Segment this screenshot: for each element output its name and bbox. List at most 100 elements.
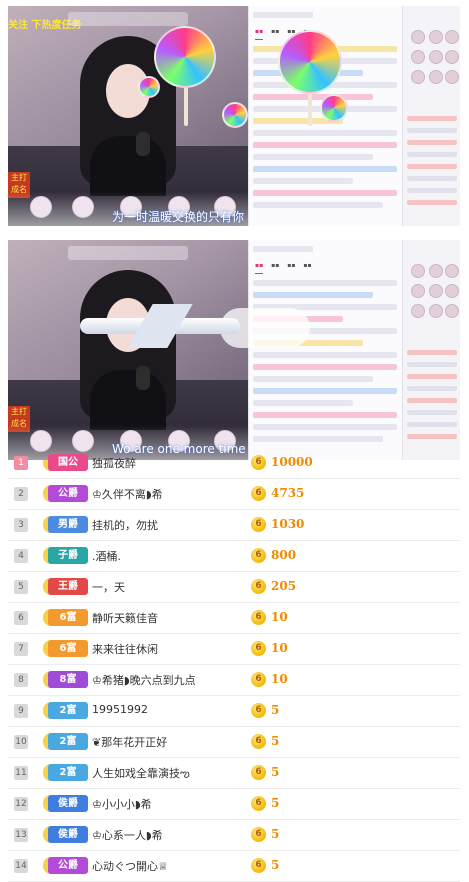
ranking-row[interactable]: 2 公爵 ♔久伴不离◗希 6 4735 <box>8 479 460 510</box>
lollipop-gift-icon <box>320 94 348 122</box>
avatar[interactable] <box>429 50 443 64</box>
chat-tab[interactable]: ▪▪ <box>255 28 264 40</box>
viewer-row[interactable] <box>407 350 457 355</box>
user-name[interactable]: 一，天 <box>92 579 125 595</box>
ranking-row[interactable]: 1 国公 独孤夜醉 6 10000 <box>8 448 460 479</box>
user-name[interactable]: ♔久伴不离◗希 <box>92 486 163 502</box>
user-name[interactable]: 人生如戏全靠演技ఌ <box>92 765 190 783</box>
title-badge: 王爵 <box>43 578 88 595</box>
viewer-row[interactable] <box>407 422 457 427</box>
viewer-row[interactable] <box>407 188 457 193</box>
viewer-row[interactable] <box>407 410 457 415</box>
user-name[interactable]: 独孤夜醉 <box>92 455 136 471</box>
avatar[interactable] <box>429 264 443 278</box>
viewer-row[interactable] <box>407 140 457 145</box>
avatar[interactable] <box>445 70 459 84</box>
chat-line <box>253 376 373 382</box>
ranking-row[interactable]: 10 2富 ❦那年花开正好 6 5 <box>8 727 460 758</box>
stream-screenshot-1: 关注 下热度任务 主打 成名 为一时温暖交换的只有你 ▪▪ ▪▪ ▪▪ ▪▪ <box>8 6 460 226</box>
user-name[interactable]: ♔小小小◗希 <box>92 796 152 812</box>
contribution-amount: 5 <box>271 734 280 748</box>
viewer-row[interactable] <box>407 152 457 157</box>
avatar[interactable] <box>411 264 425 278</box>
title-badge: 2富 <box>43 733 88 750</box>
chat-tab[interactable]: ▪▪ <box>287 262 295 274</box>
chat-tab[interactable]: ▪▪ <box>271 262 279 274</box>
chat-line <box>253 246 313 252</box>
title-badge: 公爵 <box>43 857 88 874</box>
user-name[interactable]: ❦那年花开正好 <box>92 734 167 750</box>
ranking-row[interactable]: 12 侯爵 ♔小小小◗希 6 5 <box>8 789 460 820</box>
stream-video-2[interactable]: 主打 成名 Wo are one more time <box>8 240 248 460</box>
chat-tab[interactable]: ▪▪ <box>271 28 279 40</box>
rank-number: 3 <box>14 518 28 532</box>
ranking-row[interactable]: 7 6富 来来往往休闲 6 10 <box>8 634 460 665</box>
viewer-row[interactable] <box>407 386 457 391</box>
title-badge: 侯爵 <box>43 826 88 843</box>
user-name[interactable]: ♔心系一人◗希 <box>92 827 163 843</box>
user-name[interactable]: 心动ぐつ開心♕ <box>92 858 168 874</box>
coin-icon: 6 <box>251 548 266 563</box>
user-name[interactable]: 挂机的，勿扰 <box>92 517 158 533</box>
chat-line <box>253 352 397 358</box>
ranking-row[interactable]: 8 8富 ♔希猪◗晚六点到九点 6 10 <box>8 665 460 696</box>
rank-number: 7 <box>14 642 28 656</box>
avatar[interactable] <box>445 30 459 44</box>
ranking-row[interactable]: 3 男爵 挂机的，勿扰 6 1030 <box>8 510 460 541</box>
ranking-row[interactable]: 11 2富 人生如戏全靠演技ఌ 6 5 <box>8 758 460 789</box>
rank-number: 14 <box>14 859 28 873</box>
ranking-row[interactable]: 4 子爵 .酒桶. 6 800 <box>8 541 460 572</box>
coin-icon: 6 <box>251 703 266 718</box>
stream-screenshot-2: 主打 成名 Wo are one more time ▪▪ ▪▪ ▪▪ ▪▪ <box>8 240 460 460</box>
rank-number: 2 <box>14 487 28 501</box>
viewer-row[interactable] <box>407 374 457 379</box>
avatar[interactable] <box>445 50 459 64</box>
viewer-row[interactable] <box>407 398 457 403</box>
avatar[interactable] <box>445 264 459 278</box>
avatar[interactable] <box>411 50 425 64</box>
stream-video-1[interactable]: 关注 下热度任务 主打 成名 为一时温暖交换的只有你 <box>8 6 248 226</box>
avatar[interactable] <box>411 284 425 298</box>
contribution-amount: 800 <box>271 548 297 562</box>
avatar[interactable] <box>445 304 459 318</box>
video-topbar <box>68 12 188 26</box>
viewer-row[interactable] <box>407 434 457 439</box>
avatar[interactable] <box>429 304 443 318</box>
avatar[interactable] <box>411 70 425 84</box>
ranking-row[interactable]: 14 公爵 心动ぐつ開心♕ 6 5 <box>8 851 460 882</box>
viewer-row[interactable] <box>407 164 457 169</box>
viewer-row[interactable] <box>407 362 457 367</box>
avatar[interactable] <box>445 284 459 298</box>
avatar[interactable] <box>429 70 443 84</box>
user-name[interactable]: 19951992 <box>92 703 148 716</box>
gift-icon[interactable] <box>72 196 94 218</box>
ranking-row[interactable]: 6 6富 静听天籁佳音 6 10 <box>8 603 460 634</box>
gift-icon[interactable] <box>30 196 52 218</box>
user-name[interactable]: 静听天籁佳音 <box>92 610 158 626</box>
title-badge: 2富 <box>43 764 88 781</box>
chat-line <box>253 292 373 298</box>
rank-number: 11 <box>14 766 28 780</box>
avatar[interactable] <box>429 284 443 298</box>
viewer-row[interactable] <box>407 128 457 133</box>
viewer-row[interactable] <box>407 200 457 205</box>
user-name[interactable]: .酒桶. <box>92 548 121 564</box>
ranking-row[interactable]: 5 王爵 一，天 6 205 <box>8 572 460 603</box>
viewer-row[interactable] <box>407 116 457 121</box>
chat-line <box>253 436 383 442</box>
user-name[interactable]: ♔希猪◗晚六点到九点 <box>92 672 196 688</box>
ranking-row[interactable]: 9 2富 19951992 6 5 <box>8 696 460 727</box>
chat-line <box>253 280 397 286</box>
avatar[interactable] <box>429 30 443 44</box>
avatar[interactable] <box>411 30 425 44</box>
ranking-row[interactable]: 13 侯爵 ♔心系一人◗希 6 5 <box>8 820 460 851</box>
avatar[interactable] <box>411 304 425 318</box>
chat-tab[interactable]: ▪▪ <box>303 262 311 274</box>
chat-tab[interactable]: ▪▪ <box>255 262 264 274</box>
contribution-amount: 10000 <box>271 455 313 469</box>
viewer-row[interactable] <box>407 176 457 181</box>
user-name[interactable]: 来来往往休闲 <box>92 641 158 657</box>
airplane-gift-icon <box>80 300 310 350</box>
viewer-sidebar-1 <box>402 6 460 226</box>
lollipop-gift-icon <box>154 26 216 88</box>
